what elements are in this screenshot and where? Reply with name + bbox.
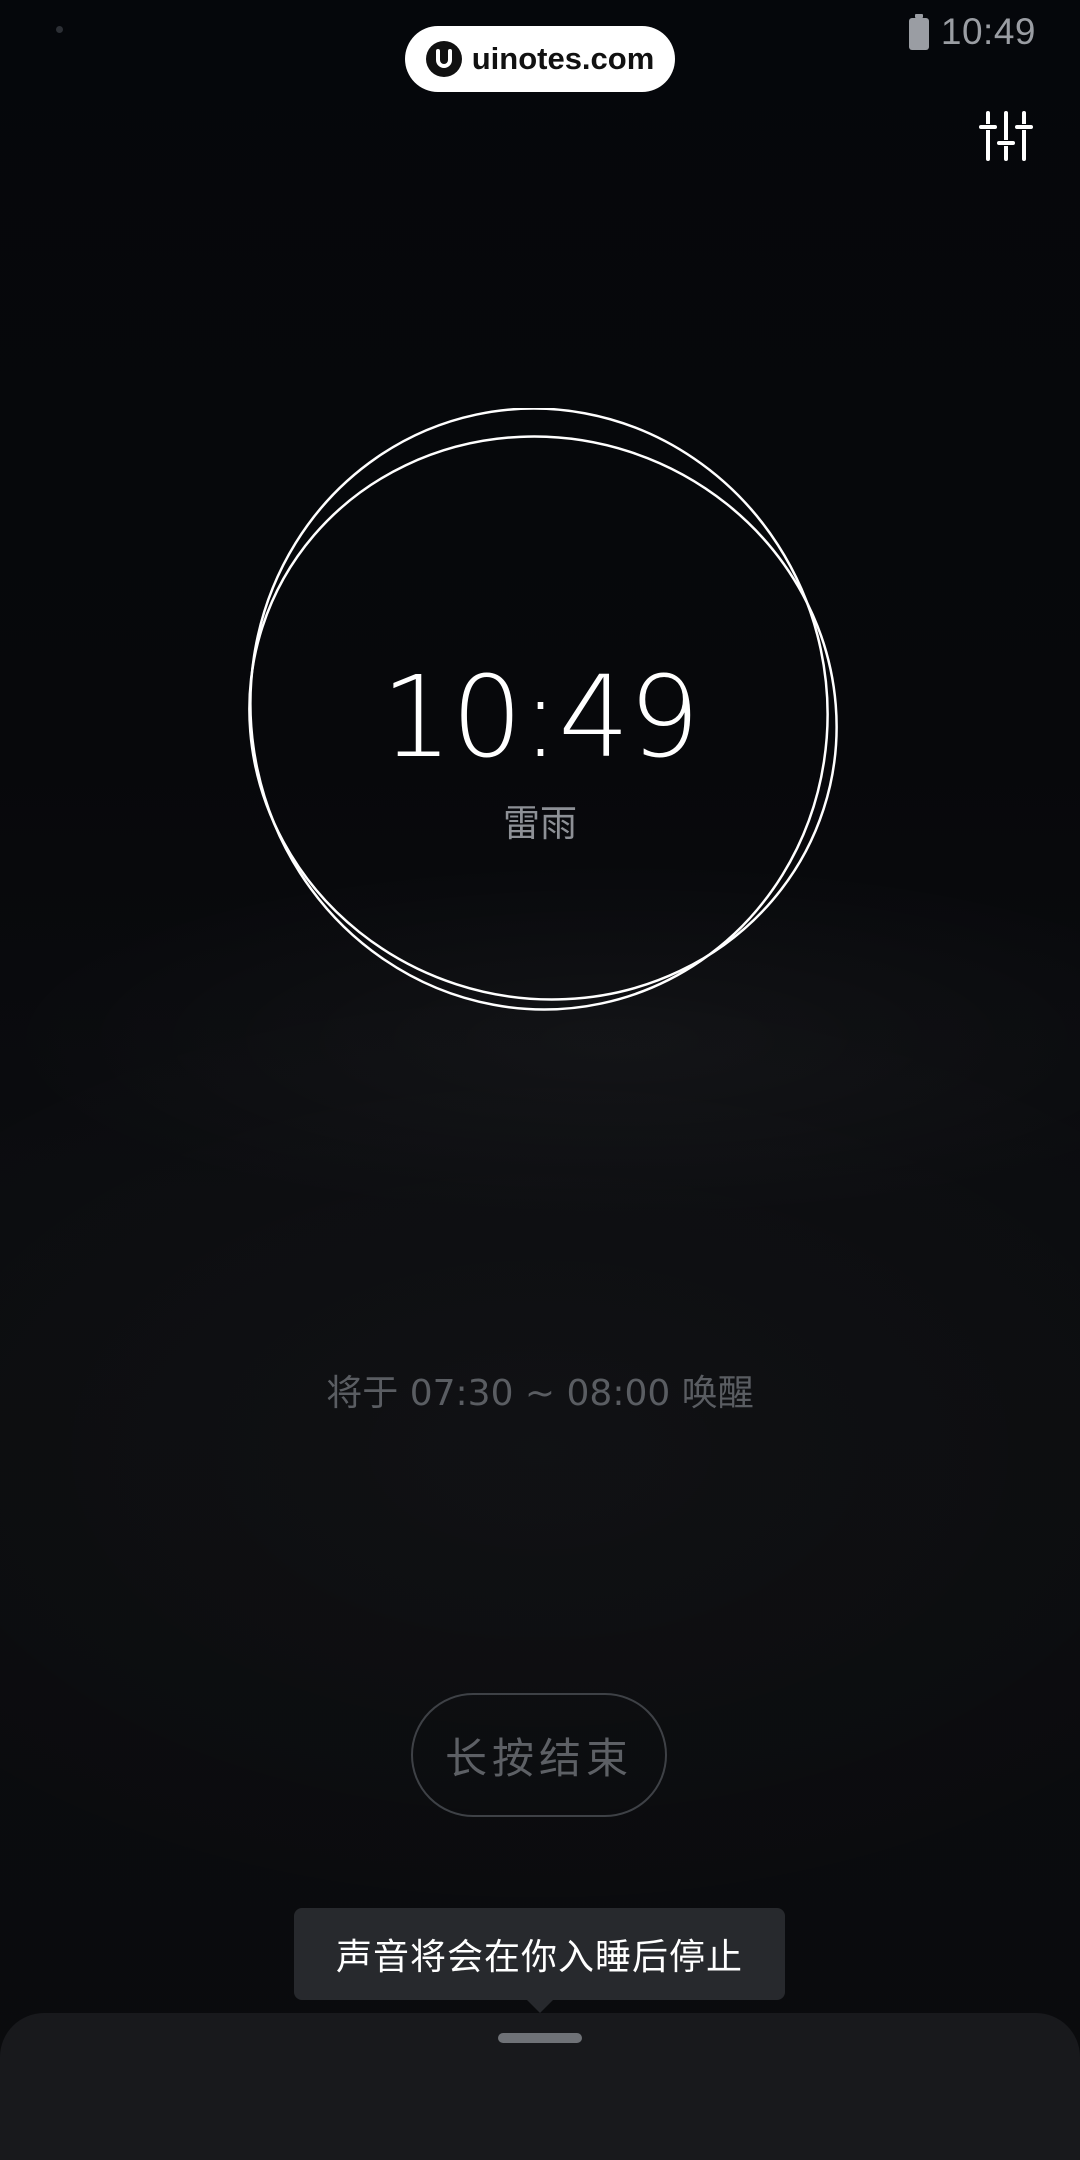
sheet-handle[interactable] [498, 2033, 582, 2043]
battery-full-icon [908, 14, 929, 50]
wake-time-text: 将于 07:30 ~ 08:00 唤醒 [326, 1373, 754, 1414]
sliders-icon [979, 111, 1033, 161]
sleep-screen: 10:49 uinotes.com 10:49 雷雨 将于 07:30 ~ 08… [0, 0, 1080, 2160]
sound-name: 雷雨 [503, 802, 577, 845]
sound-settings-button[interactable] [976, 106, 1036, 166]
toast-arrow-icon [527, 2000, 553, 2013]
long-press-end-button[interactable]: 长按结束 [411, 1693, 667, 1817]
clock-time: 10:49 [381, 653, 700, 783]
uinotes-logo-icon [425, 41, 462, 77]
toast-message: 声音将会在你入睡后停止 [294, 1908, 785, 2000]
bottom-sheet[interactable] [0, 2013, 1080, 2160]
status-time: 10:49 [940, 11, 1036, 52]
status-right: 10:49 [908, 10, 1036, 54]
notification-dot-icon [56, 26, 63, 33]
watermark-badge: uinotes.com [405, 26, 675, 92]
watermark-text: uinotes.com [471, 41, 655, 76]
